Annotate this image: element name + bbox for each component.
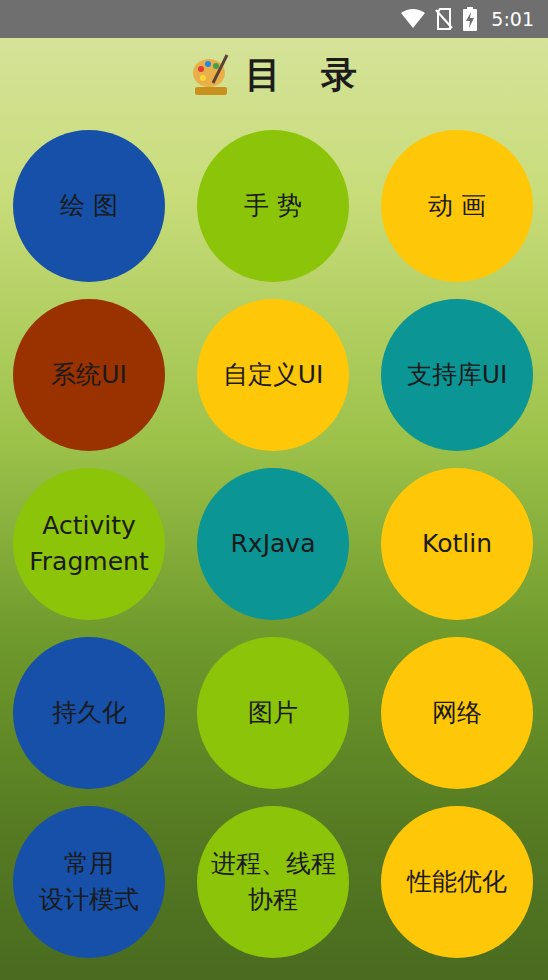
header: 目 录 [0,38,548,112]
no-sim-icon [435,8,453,30]
menu-button[interactable]: 常用设计模式 [13,806,165,958]
menu-button[interactable]: 进程、线程协程 [197,806,349,958]
menu-label: 绘 图 [60,188,118,224]
menu-button[interactable]: 系统UI [13,299,165,451]
menu-button[interactable]: 手 势 [197,130,349,282]
menu-label: 图片 [248,695,298,731]
menu-label: Fragment [29,544,148,580]
menu-label: 网络 [432,695,482,731]
menu-label: 进程、线程 [211,846,336,882]
status-bar: 5:01 [0,0,548,38]
menu-label: Kotlin [422,526,492,562]
menu-button[interactable]: 绘 图 [13,130,165,282]
title: 目 录 [245,51,358,100]
menu-button[interactable]: 动 画 [381,130,533,282]
menu-label: 支持库UI [407,357,508,393]
menu-button[interactable]: ActivityFragment [13,468,165,620]
menu-label: 协程 [248,882,298,918]
menu-label: 自定义UI [223,357,324,393]
menu-button[interactable]: 图片 [197,637,349,789]
menu-button[interactable]: 支持库UI [381,299,533,451]
menu-label: 持久化 [52,695,127,731]
menu-label: 手 势 [244,188,302,224]
menu-grid: 绘 图 手 势 动 画系统UI 自定义UI 支持库UI ActivityFragment R… [0,112,548,958]
battery-charging-icon [463,7,477,31]
menu-button[interactable]: 性能优化 [381,806,533,958]
status-time: 5:01 [491,8,534,30]
menu-label: Activity [42,508,136,544]
menu-label: 常用 [64,846,114,882]
menu-label: 性能优化 [407,864,507,900]
menu-button[interactable]: Kotlin [381,468,533,620]
screen: 5:01 目 录绘 图 手 势 动 画系统UI 自定义UI 支持库UI ActivityFr… [0,0,548,980]
menu-label: 系统UI [51,357,127,393]
menu-button[interactable]: RxJava [197,468,349,620]
wifi-icon [401,9,425,29]
menu-label: 动 画 [428,188,486,224]
menu-label: RxJava [231,526,316,562]
menu-button[interactable]: 网络 [381,637,533,789]
menu-label: 设计模式 [39,882,139,918]
palette-icon [191,53,231,97]
menu-button[interactable]: 持久化 [13,637,165,789]
menu-button[interactable]: 自定义UI [197,299,349,451]
